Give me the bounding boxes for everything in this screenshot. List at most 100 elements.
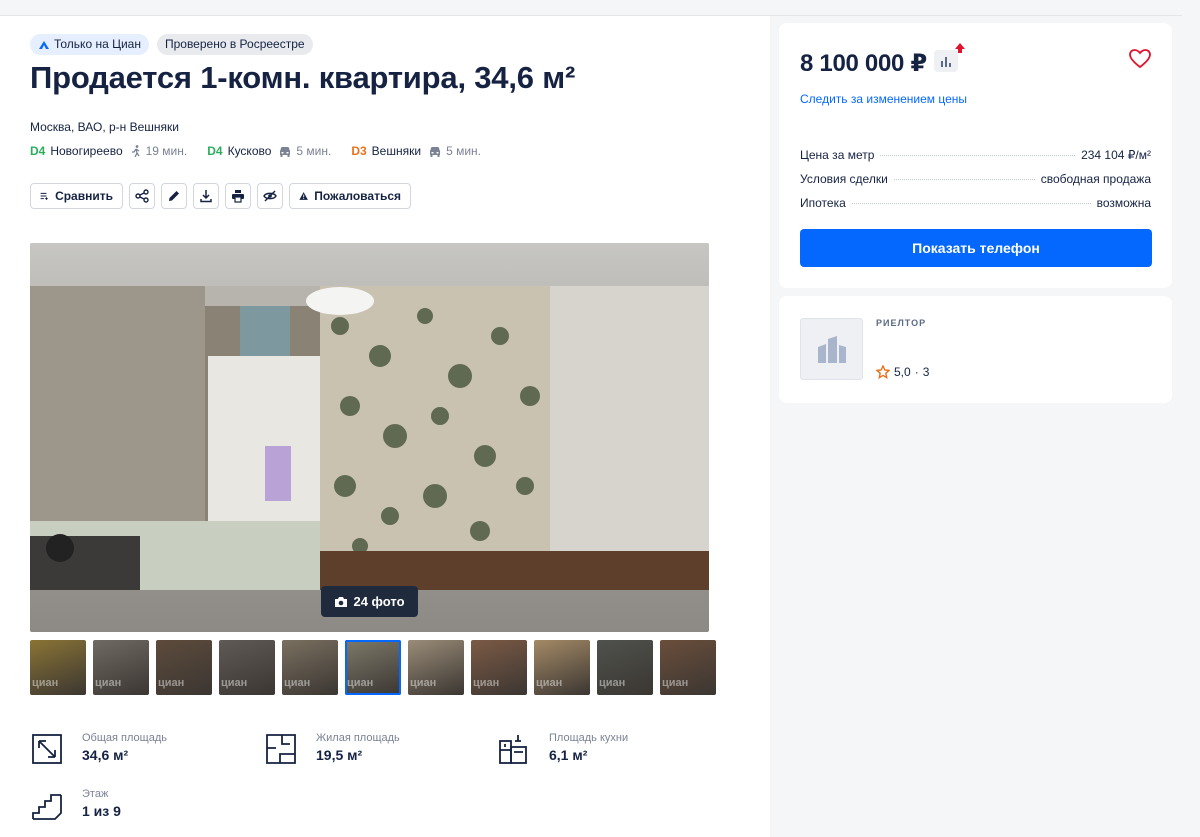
edit-note-button[interactable] [161, 183, 187, 209]
watermark-text: циан [221, 677, 248, 689]
fact-value: 6,1 м² [549, 747, 588, 763]
watermark-text: циан [158, 677, 185, 689]
price-detail-row: Цена за метр 234 104 ₽/м² [800, 148, 1151, 162]
print-icon [232, 190, 244, 203]
metro-line-badge: D3 [351, 144, 367, 158]
show-phone-button[interactable]: Показать телефон [800, 229, 1152, 267]
badges: Только на Циан Проверено в Росреестре [30, 34, 313, 55]
detail-value: свободная продажа [1040, 172, 1151, 186]
gallery-thumbnail[interactable]: циан [30, 640, 86, 695]
watermark-text: циан [473, 677, 500, 689]
compare-icon [40, 192, 48, 200]
cian-only-label: Только на Циан [54, 37, 141, 51]
kitchen-icon [499, 735, 527, 764]
realtor-rating[interactable]: 5,0 · 3 [876, 365, 929, 379]
price-detail-row: Условия сделки свободная продажа [800, 172, 1151, 186]
page-title: Продается 1-комн. квартира, 34,6 м² [30, 60, 576, 95]
price-card: 8 100 000 ₽ Следить за изменением цены Ц… [779, 23, 1172, 288]
eye-off-icon [263, 190, 277, 202]
favorite-heart-icon[interactable] [1129, 49, 1151, 69]
address[interactable]: Москва, ВАО, р-н Вешняки [30, 120, 179, 134]
metro-time: 5 мин. [296, 144, 332, 158]
share-button[interactable] [129, 183, 155, 209]
fact-label: Жилая площадь [316, 732, 400, 744]
gallery-thumbnail[interactable]: циан [660, 640, 716, 695]
detail-value: возможна [1096, 196, 1151, 210]
metro-item[interactable]: D4 Новогиреево 19 мин. [30, 144, 187, 158]
realtor-avatar[interactable] [800, 318, 863, 380]
compare-label: Сравнить [55, 189, 113, 203]
camera-icon [335, 596, 348, 607]
watermark-text: циан [284, 677, 311, 689]
gallery-thumbnail[interactable]: циан [597, 640, 653, 695]
rating-value: 5,0 [894, 365, 911, 379]
toolbar: Сравнить Пожаловаться [30, 183, 411, 209]
gallery-thumbnail[interactable]: циан [534, 640, 590, 695]
rosreestr-badge: Проверено в Росреестре [156, 34, 313, 55]
metro-station: Новогиреево [50, 144, 123, 158]
watermark-text: циан [347, 677, 374, 689]
cian-only-badge: Только на Циан [30, 34, 149, 55]
gallery-thumbnail[interactable]: циан [93, 640, 149, 695]
complain-label: Пожаловаться [314, 189, 401, 203]
gallery-thumbnail[interactable]: циан [282, 640, 338, 695]
fact-floor: Этаж 1 из 9 [30, 788, 121, 822]
realtor-card: РИЕЛТОР 5,0 · 3 [779, 296, 1172, 403]
hide-button[interactable] [257, 183, 283, 209]
detail-label: Ипотека [800, 196, 846, 210]
metro-item[interactable]: D4 Кусково 5 мин. [207, 144, 331, 158]
fact-label: Общая площадь [82, 732, 167, 744]
watermark-text: циан [410, 677, 437, 689]
fact-value: 34,6 м² [82, 747, 129, 763]
cian-logo-icon [39, 40, 49, 49]
area-icon [32, 734, 62, 764]
building-icon [817, 336, 846, 363]
fact-label: Этаж [82, 788, 109, 800]
gallery-thumbnail[interactable]: циан [471, 640, 527, 695]
metro-item[interactable]: D3 Вешняки 5 мин. [351, 144, 481, 158]
watermark-text: циан [662, 677, 689, 689]
detail-label: Условия сделки [800, 172, 888, 186]
follow-price-link[interactable]: Следить за изменением цены [800, 92, 967, 106]
star-icon [876, 365, 890, 379]
complain-button[interactable]: Пожаловаться [289, 183, 411, 209]
metro-time: 5 мин. [446, 144, 481, 158]
fact-label: Площадь кухни [549, 732, 629, 744]
gallery-thumbnail[interactable]: циан [156, 640, 212, 695]
room-photo [30, 286, 709, 590]
share-icon [135, 189, 149, 203]
photo-count-label: 24 фото [353, 594, 405, 609]
watermark-text: циан [95, 677, 122, 689]
main-photo[interactable] [30, 243, 709, 632]
car-icon [430, 146, 441, 157]
detail-label: Цена за метр [800, 148, 875, 162]
stairs-icon [32, 794, 62, 820]
metro-line-badge: D4 [30, 144, 46, 158]
metro-station: Вешняки [371, 144, 422, 158]
fact-total-area: Общая площадь 34,6 м² [30, 732, 167, 766]
walk-icon [131, 145, 140, 157]
fact-living-area: Жилая площадь 19,5 м² [264, 732, 400, 766]
download-icon [200, 190, 212, 203]
watermark-text: циан [32, 677, 59, 689]
watermark-text: циан [536, 677, 563, 689]
metro-station: Кусково [227, 144, 272, 158]
print-button[interactable] [225, 183, 251, 209]
metro-list: D4 Новогиреево 19 мин. D4 Кусково 5 мин.… [30, 144, 501, 158]
price: 8 100 000 ₽ [800, 50, 927, 77]
compare-button[interactable]: Сравнить [30, 183, 123, 209]
price-history-icon[interactable] [934, 50, 958, 72]
gallery-thumbnail[interactable]: циан [219, 640, 275, 695]
download-button[interactable] [193, 183, 219, 209]
reviews-count: 3 [922, 365, 930, 379]
watermark-text: циан [599, 677, 626, 689]
gallery-thumbnail[interactable]: циан [408, 640, 464, 695]
warning-icon [299, 192, 308, 200]
gallery-thumbnail[interactable]: циан [345, 640, 401, 695]
metro-line-badge: D4 [207, 144, 223, 158]
metro-time: 19 мин. [145, 144, 188, 158]
photo-count-button[interactable]: 24 фото [321, 586, 418, 617]
thumbnail-strip: циан циан циан циан циан циан циан циан циан циан… [30, 640, 716, 695]
fact-value: 19,5 м² [316, 747, 363, 763]
detail-value: 234 104 ₽/м² [1081, 148, 1151, 162]
